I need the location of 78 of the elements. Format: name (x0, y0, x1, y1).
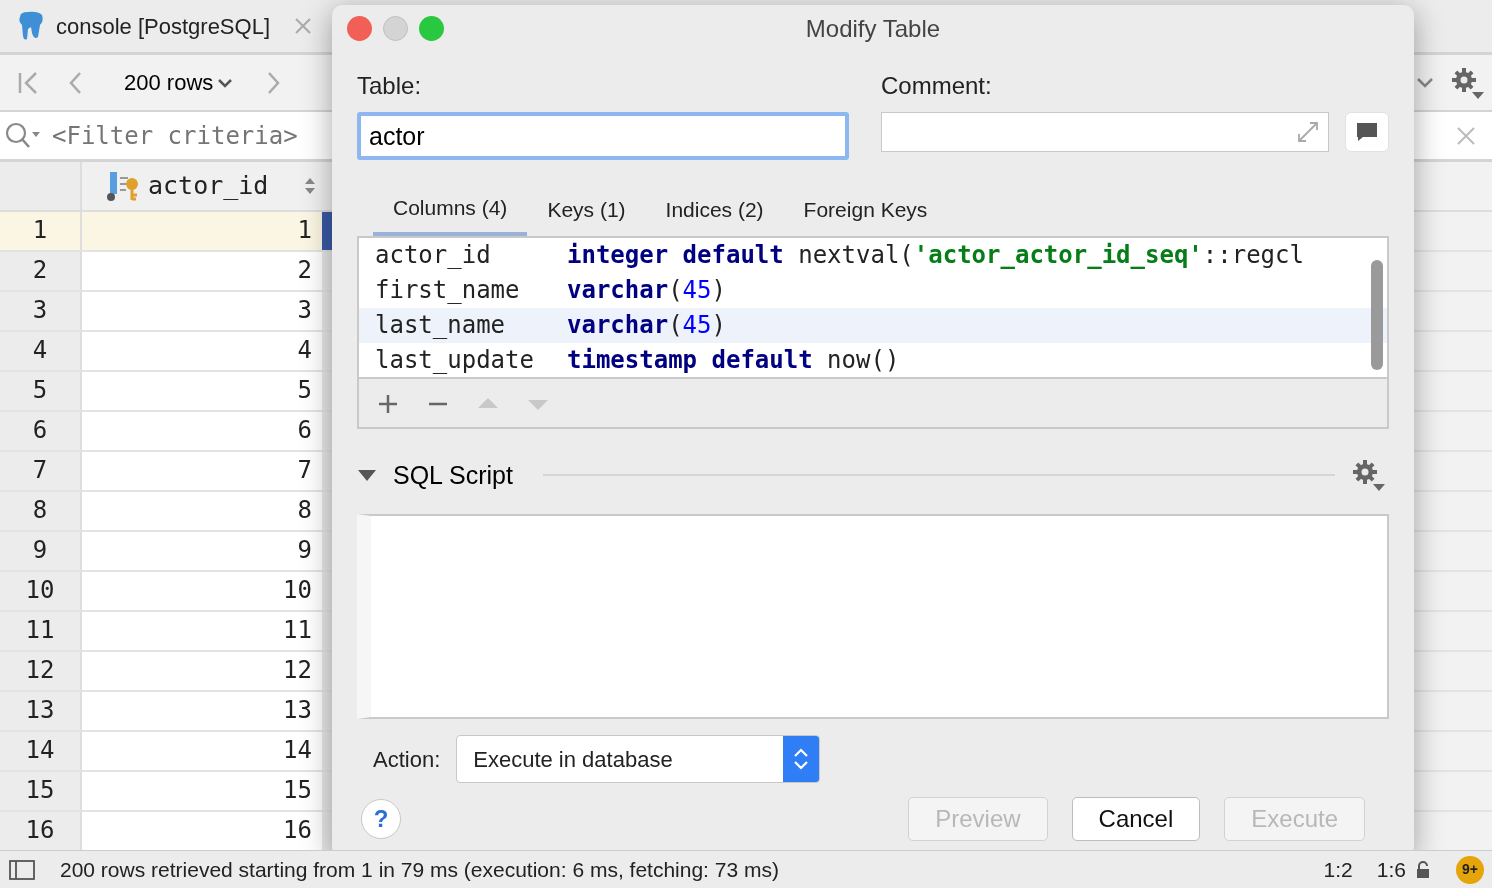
table-cell: 7 (82, 452, 322, 490)
tab[interactable]: Foreign Keys (783, 184, 948, 236)
lock-icon[interactable] (1414, 860, 1432, 879)
settings-icon[interactable] (1450, 65, 1484, 100)
stepper-icon (793, 746, 810, 772)
zoom-button[interactable] (419, 16, 444, 41)
row-number: 12 (0, 652, 82, 690)
column-row[interactable]: actor_id integer default nextval('actor_actor_id_seq'::regcl (359, 237, 1387, 273)
table-cell: 5 (82, 372, 322, 410)
sql-script-toggle[interactable]: SQL Script (357, 452, 527, 498)
row-number: 7 (0, 452, 82, 490)
caret-position[interactable]: 1:2 (1323, 853, 1353, 886)
table-cell: 3 (82, 292, 322, 330)
table-cell: 16 (82, 812, 322, 850)
editor-tab-title[interactable]: console [PostgreSQL] (56, 9, 270, 43)
settings-icon[interactable] (1351, 458, 1385, 493)
caret-icon (357, 468, 377, 483)
row-number: 9 (0, 532, 82, 570)
status-message: 200 rows retrieved starting from 1 in 79 ms (execution: 6 ms, fetching: 73 ms) (60, 856, 780, 883)
help-button[interactable]: ? (361, 799, 401, 839)
speech-bubble-icon (1355, 121, 1379, 143)
table-cell: 14 (82, 732, 322, 770)
action-label: Action: (373, 745, 441, 774)
column-row[interactable]: last_update timestamp default now() (359, 342, 1387, 377)
table-name-field[interactable]: actor (357, 112, 849, 160)
action-select[interactable]: Execute in database (456, 735, 821, 783)
tab[interactable]: Keys (1) (527, 184, 646, 236)
table-cell: 15 (82, 772, 322, 810)
dialog-title: Modify Table (805, 13, 941, 44)
row-number: 3 (0, 292, 82, 330)
panel-toggle-icon[interactable] (8, 858, 36, 881)
row-number: 16 (0, 812, 82, 850)
chevron-icon[interactable] (1416, 75, 1434, 90)
key-column-icon (106, 170, 140, 202)
filter-field[interactable]: <Filter criteria> (50, 116, 325, 155)
tab[interactable]: Indices (2) (645, 184, 784, 236)
row-number: 6 (0, 412, 82, 450)
table-cell: 6 (82, 412, 322, 450)
close-icon[interactable] (1456, 125, 1476, 146)
comment-field[interactable] (881, 112, 1329, 152)
column-row[interactable]: last_name varchar(45) (359, 307, 1387, 343)
expand-icon[interactable] (1296, 120, 1320, 144)
comment-button[interactable] (1345, 112, 1389, 152)
column-row[interactable]: first_name varchar(45) (359, 272, 1387, 308)
row-number: 8 (0, 492, 82, 530)
table-cell: 8 (82, 492, 322, 530)
row-number: 5 (0, 372, 82, 410)
row-number: 10 (0, 572, 82, 610)
table-cell: 12 (82, 652, 322, 690)
row-number: 11 (0, 612, 82, 650)
table-cell: 10 (82, 572, 322, 610)
row-number: 13 (0, 692, 82, 730)
close-button[interactable] (347, 16, 372, 41)
notifications-badge[interactable]: 9+ (1456, 855, 1484, 884)
row-number: 2 (0, 252, 82, 290)
table-cell: 11 (82, 612, 322, 650)
sql-script-editor[interactable] (357, 514, 1389, 719)
comment-label: Comment: (881, 71, 993, 101)
chevron-icon (217, 76, 234, 89)
add-icon[interactable] (377, 393, 399, 416)
scrollbar-thumb[interactable] (1371, 259, 1383, 370)
row-number: 14 (0, 732, 82, 770)
close-icon[interactable] (294, 17, 312, 35)
table-cell: 1 (82, 212, 322, 250)
row-number: 4 (0, 332, 82, 370)
column-name: actor_id (148, 170, 270, 203)
table-label: Table: (357, 71, 423, 101)
row-number: 15 (0, 772, 82, 810)
minimize-button[interactable] (383, 16, 408, 41)
table-cell: 4 (82, 332, 322, 370)
row-number: 1 (0, 212, 82, 250)
dialog-button[interactable]: Cancel (1071, 797, 1201, 841)
table-cell: 2 (82, 252, 322, 290)
table-cell: 13 (82, 692, 322, 730)
table-cell: 9 (82, 532, 322, 570)
selection-size[interactable]: 1:6 (1376, 853, 1406, 886)
page-size-dropdown[interactable]: 200 rows (110, 62, 248, 103)
sort-icon[interactable] (304, 176, 316, 196)
